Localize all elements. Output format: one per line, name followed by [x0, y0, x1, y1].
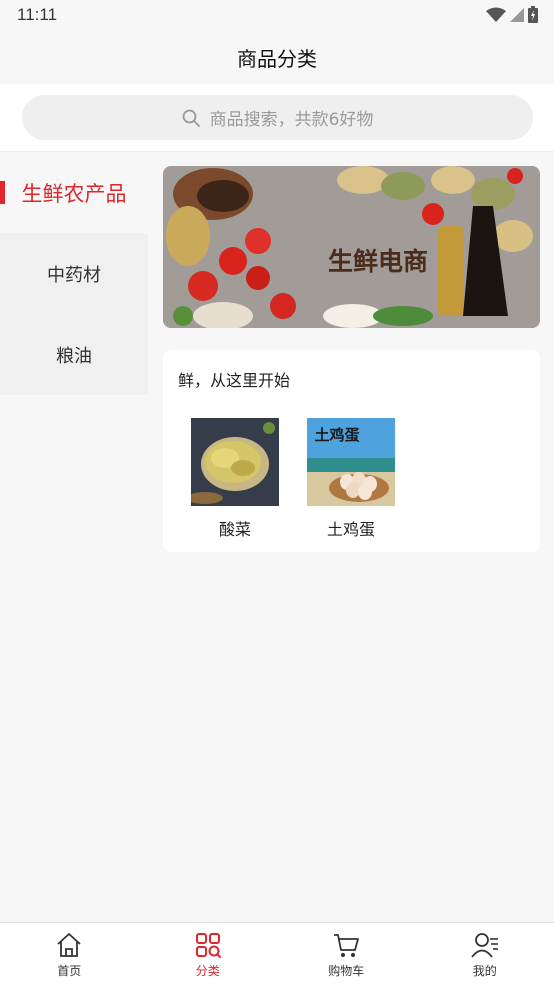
- nav-bar: 商品分类: [0, 30, 554, 84]
- home-icon: [57, 933, 81, 957]
- tab-home[interactable]: 首页: [0, 923, 139, 984]
- bottom-tab-bar: 首页 分类 购物车 我的: [0, 922, 554, 984]
- sidebar-item-label: 粮油: [56, 345, 92, 367]
- product-name: 酸菜: [218, 520, 251, 539]
- wifi-icon: [486, 7, 506, 22]
- page-title: 商品分类: [237, 46, 317, 71]
- category-icon: [195, 933, 221, 958]
- tab-cart[interactable]: 购物车: [277, 923, 416, 984]
- signal-icon: [510, 7, 524, 22]
- tab-label: 购物车: [328, 964, 365, 978]
- product-image: 土鸡蛋: [307, 418, 395, 506]
- product-name: 土鸡蛋: [326, 520, 375, 539]
- sidebar-item-herbal-medicine[interactable]: 中药材: [0, 233, 148, 314]
- sidebar-item-label: 生鲜农产品: [21, 181, 127, 206]
- cart-icon: [334, 934, 360, 957]
- tab-label: 我的: [472, 964, 497, 978]
- product-image: [191, 418, 279, 506]
- sidebar-item-label: 中药材: [47, 264, 101, 286]
- status-time: 11:11: [17, 5, 58, 24]
- tab-label: 首页: [57, 964, 82, 978]
- search-input[interactable]: 商品搜索，共款6好物: [22, 95, 533, 140]
- sidebar-item-grain-oil[interactable]: 粮油: [0, 314, 148, 395]
- tab-category[interactable]: 分类: [139, 923, 278, 984]
- sidebar-item-fresh-produce[interactable]: 生鲜农产品: [0, 152, 148, 233]
- banner-text: 生鲜电商: [328, 247, 428, 276]
- product-image-text: 土鸡蛋: [314, 426, 359, 444]
- status-bar: 11:11: [0, 0, 554, 30]
- section-title: 鲜，从这里开始: [178, 371, 291, 390]
- tab-label: 分类: [195, 964, 220, 978]
- product-section: 鲜，从这里开始 酸菜 土鸡蛋 土鸡蛋: [163, 350, 540, 552]
- category-banner[interactable]: 生鲜电商: [163, 166, 540, 328]
- product-item-sauerkraut[interactable]: 酸菜: [190, 418, 280, 540]
- tab-profile[interactable]: 我的: [416, 923, 554, 984]
- category-sidebar: 生鲜农产品 中药材 粮油: [0, 152, 148, 395]
- search-section: 商品搜索，共款6好物: [0, 84, 554, 152]
- status-icons: [486, 6, 538, 23]
- banner-image: 生鲜电商: [163, 166, 540, 328]
- search-icon: [182, 109, 200, 127]
- search-placeholder: 商品搜索，共款6好物: [209, 110, 374, 130]
- profile-icon: [471, 933, 498, 958]
- battery-icon: [528, 6, 538, 23]
- product-item-free-range-eggs[interactable]: 土鸡蛋 土鸡蛋: [306, 418, 396, 540]
